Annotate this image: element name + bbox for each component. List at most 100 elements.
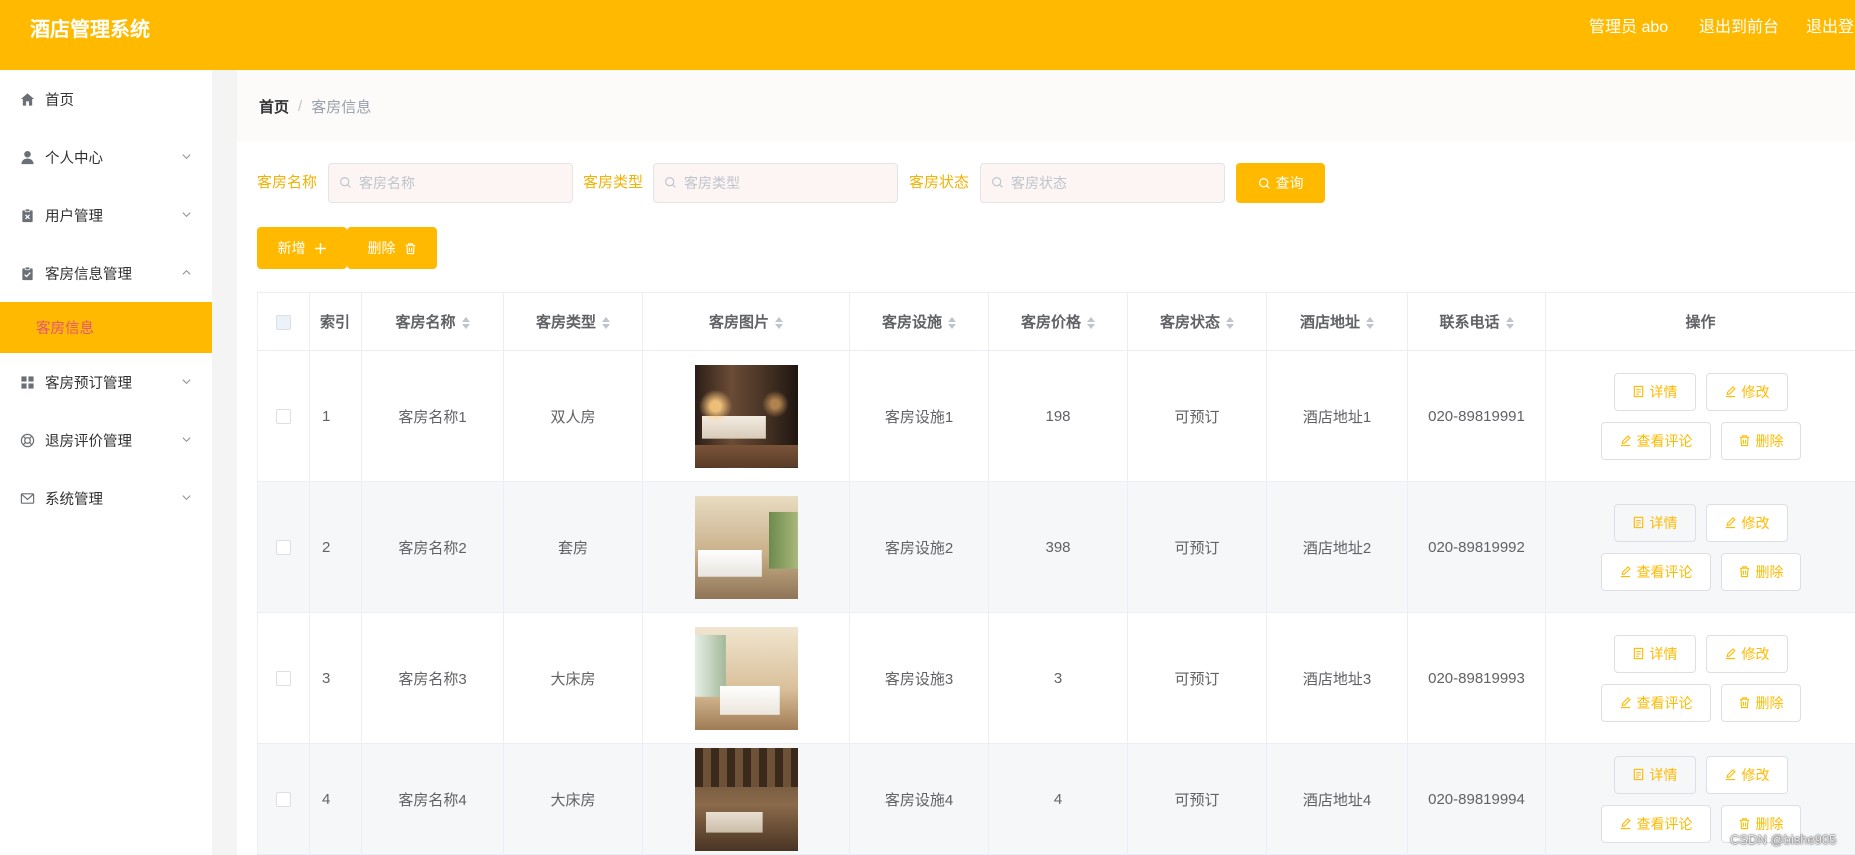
detail-button[interactable]: 详情 [1613,755,1696,794]
room-photo [694,626,798,730]
content-panel: 客房名称 客房类型 客房状态 查询 新增 删除 [237,142,1855,855]
view-reviews-button[interactable]: 查看评论 [1600,804,1711,843]
row-select-cell [257,743,310,855]
sort-caret-icon[interactable] [1226,317,1234,330]
column-header-room-photo[interactable]: 客房图片 [642,292,850,351]
room-status-search-input[interactable] [980,163,1225,203]
column-header-contact-phone[interactable]: 联系电话 [1407,292,1546,351]
sort-caret-icon[interactable] [1366,317,1374,330]
view-reviews-button[interactable]: 查看评论 [1600,421,1711,460]
edit-icon [1619,565,1632,578]
select-all-checkbox[interactable] [276,314,291,330]
row-select-cell [257,350,310,482]
admin-user-label[interactable]: 管理员 abo [1589,16,1668,40]
document-icon [1632,768,1645,781]
sidebar-item-label: 客房信息管理 [45,266,132,283]
room-type-search-box [653,163,898,203]
back-to-frontend-link[interactable]: 退出到前台 [1699,16,1779,40]
edit-button[interactable]: 修改 [1705,634,1788,673]
sidebar-item-booking-management[interactable]: 客房预订管理 [0,353,212,411]
sort-caret-icon[interactable] [948,317,956,330]
edit-button[interactable]: 修改 [1705,755,1788,794]
column-header-room-type[interactable]: 客房类型 [503,292,643,351]
logout-link[interactable]: 退出登 [1806,16,1854,40]
sidebar-item-home[interactable]: 首页 [0,70,212,128]
view-reviews-button-label: 查看评论 [1636,563,1693,580]
column-header-room-name[interactable]: 客房名称 [361,292,504,351]
sort-caret-icon[interactable] [1087,317,1095,330]
room-facility-cell: 客房设施4 [849,743,989,855]
column-header-label: 酒店地址 [1299,314,1360,331]
sort-caret-icon[interactable] [1505,317,1514,330]
detail-button[interactable]: 详情 [1613,372,1696,411]
sidebar-item-system-management[interactable]: 系统管理 [0,469,212,527]
breadcrumb-home-link[interactable]: 首页 [259,96,289,117]
chevron-down-icon [181,492,192,503]
sidebar-item-checkout-review-management[interactable]: 退房评价管理 [0,411,212,469]
sort-caret-icon[interactable] [461,317,470,330]
contact-phone-cell: 020-89819994 [1407,743,1546,855]
search-icon [664,176,677,189]
detail-button[interactable]: 详情 [1613,634,1696,673]
view-reviews-button[interactable]: 查看评论 [1600,683,1711,722]
row-checkbox[interactable] [276,792,291,808]
room-facility-cell: 客房设施3 [849,612,989,744]
table-header-row: 索引 客房名称 客房类型 客房图片 客房设施 客房价格 客房状态 酒店地址 联系电话 操作 [257,292,1855,351]
room-name-search-box [328,163,573,203]
edit-icon [1724,516,1737,529]
sort-caret-icon[interactable] [602,317,610,330]
delete-button-label: 删除 [1755,694,1784,711]
sidebar-subitem-label: 客房信息 [36,321,94,337]
edit-icon [1724,385,1737,398]
row-index-cell: 1 [309,350,362,482]
sidebar-item-label: 个人中心 [45,150,103,167]
row-checkbox[interactable] [276,540,291,556]
detail-button[interactable]: 详情 [1613,503,1696,542]
search-icon [991,176,1004,189]
delete-button[interactable]: 删除 [1720,421,1801,460]
room-photo-cell [642,743,850,855]
room-type-cell: 套房 [503,481,643,613]
sidebar-item-personal-center[interactable]: 个人中心 [0,128,212,186]
delete-button[interactable]: 删除 [1720,683,1801,722]
room-name-cell: 客房名称3 [361,612,504,744]
query-button[interactable]: 查询 [1236,163,1325,203]
column-header-room-price[interactable]: 客房价格 [988,292,1128,351]
room-price-cell: 3 [988,612,1128,744]
edit-icon [1724,647,1737,660]
column-header-hotel-address[interactable]: 酒店地址 [1266,292,1408,351]
column-header-label: 操作 [1685,314,1716,331]
add-button[interactable]: 新增 [257,227,347,269]
document-icon [1632,516,1645,529]
edit-button[interactable]: 修改 [1705,503,1788,542]
document-icon [1632,647,1645,660]
room-name-search-input[interactable] [328,163,573,203]
life-ring-icon [20,433,35,448]
clipboard-check-icon [20,266,35,281]
sidebar-item-label: 首页 [45,92,74,109]
room-type-search-input[interactable] [653,163,898,203]
detail-button-label: 详情 [1649,383,1678,400]
view-reviews-button[interactable]: 查看评论 [1600,552,1711,591]
breadcrumb: 首页 / 客房信息 [237,70,1855,142]
sidebar-subitem-room-info[interactable]: 客房信息 [0,302,212,353]
column-header-room-status[interactable]: 客房状态 [1127,292,1267,351]
row-checkbox[interactable] [276,409,291,425]
row-checkbox[interactable] [276,671,291,687]
edit-button[interactable]: 修改 [1705,372,1788,411]
row-actions-cell: 详情 修改查看评论 删除 [1545,350,1855,482]
query-button-label: 查询 [1275,175,1304,191]
row-actions-line: 详情 修改 [1613,372,1788,411]
batch-delete-button[interactable]: 删除 [347,227,437,269]
delete-button[interactable]: 删除 [1720,552,1801,591]
search-icon [339,176,352,189]
room-name-search-label: 客房名称 [257,174,318,191]
sidebar-item-room-info-management[interactable]: 客房信息管理 [0,244,212,302]
column-header-room-facility[interactable]: 客房设施 [849,292,989,351]
contact-phone-cell: 020-89819991 [1407,350,1546,482]
row-index-cell: 3 [309,612,362,744]
sort-caret-icon[interactable] [775,317,783,330]
table-row: 2 客房名称2 套房 客房设施2 398 可预订 酒店地址2 020-89819992 详情 修改… [257,481,1855,613]
hotel-address-cell: 酒店地址2 [1266,481,1408,613]
sidebar-item-user-management[interactable]: 用户管理 [0,186,212,244]
